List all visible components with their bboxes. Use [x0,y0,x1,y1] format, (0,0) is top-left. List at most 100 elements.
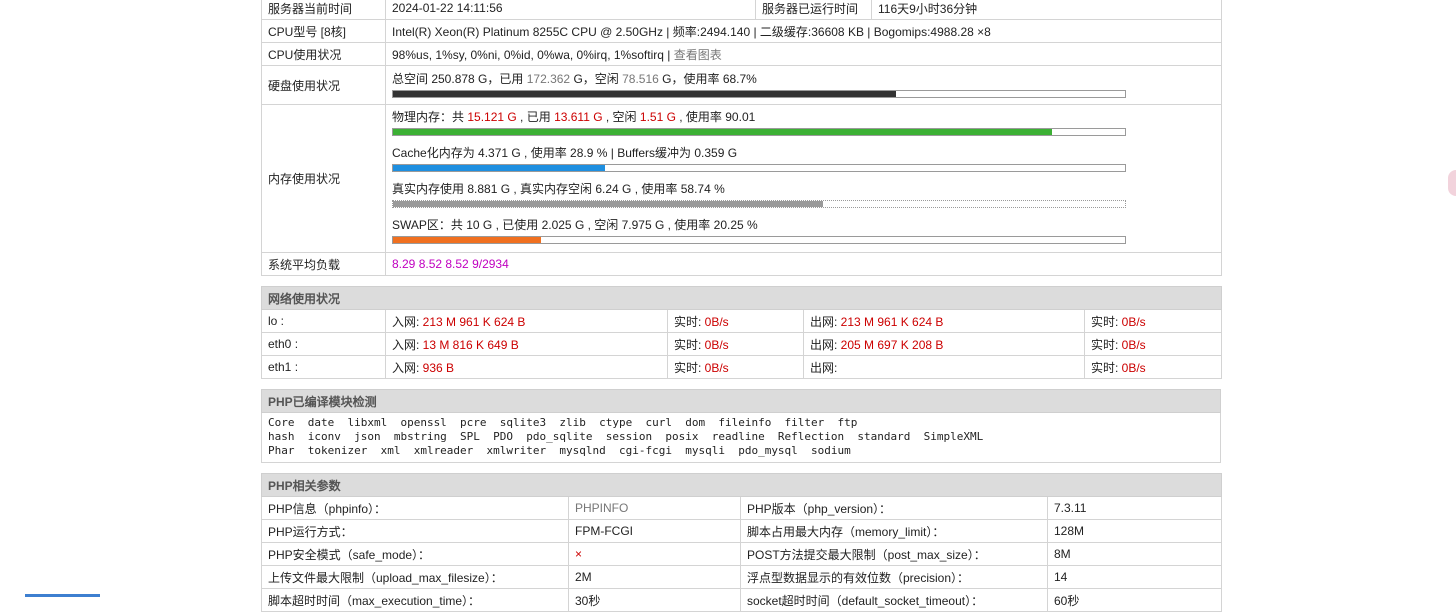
network-title: 网络使用状况 [260,286,1223,310]
iface-out: 出网: [803,355,1085,379]
param-label: PHP信息（phpinfo）： [261,496,569,520]
memory-label: 内存使用状况 [261,104,386,253]
load-label: 系统平均负载 [261,252,386,276]
param-value: 2M [568,565,741,589]
mem-physical-bar-fill [393,129,1052,135]
iface-out: 出网: 213 M 961 K 624 B [803,309,1085,333]
cpu-usage-label: CPU使用状况 [261,42,386,66]
param-label: socket超时时间（default_socket_timeout）： [740,588,1048,612]
php-modules-line: hash iconv json mbstring SPL PDO pdo_sql… [268,430,984,443]
memory-cell: 物理内存：共 15.121 G , 已用 13.611 G , 空闲 1.51 … [385,104,1222,253]
safe-mode-off-icon: × [568,542,741,566]
param-label: POST方法提交最大限制（post_max_size）： [740,542,1048,566]
param-label: PHP运行方式： [261,519,569,543]
cpu-model-value: Intel(R) Xeon(R) Platinum 8255C CPU @ 2.… [385,19,1222,43]
load-row: 系统平均负载 8.29 8.52 8.52 9/2934 [261,252,1222,276]
php-params-header: PHP相关参数 [261,473,1222,497]
network-header: 网络使用状况 [260,286,1223,310]
disk-usage-bar-fill [393,90,896,97]
cpu-usage-cell: 98%us, 1%sy, 0%ni, 0%id, 0%wa, 0%irq, 1%… [385,42,1222,66]
param-value: 60秒 [1047,588,1222,612]
network-row: eth1 : 入网: 936 B 实时: 0B/s 出网: 实时: 0B/s [261,355,1223,379]
param-value: FPM-FCGI [568,519,741,543]
mem-swap-text: SWAP区：共 10 G , 已使用 2.025 G , 空闲 7.975 G … [392,218,758,232]
param-value: 8M [1047,542,1222,566]
server-uptime-label: 服务器已运行时间 [755,0,872,20]
disk-used-value: 172.362 [526,71,571,86]
php-modules-line: Phar tokenizer xml xmlreader xmlwriter m… [268,444,851,457]
phpinfo-link[interactable]: PHPINFO [568,496,741,520]
param-label: PHP安全模式（safe_mode）： [261,542,569,566]
disk-cell: 总空间 250.878 G，已用 172.362 G，空闲 78.516 G，使… [385,65,1222,105]
mem-cache-text: Cache化内存为 4.371 G , 使用率 28.9 % | Buffers… [392,146,738,160]
iface-name: lo : [261,309,386,333]
cpu-usage-value: 98%us, 1%sy, 0%ni, 0%id, 0%wa, 0%irq, 1%… [392,47,664,62]
iface-in: 入网: 213 M 961 K 624 B [385,309,668,333]
iface-in-rt: 实时: 0B/s [667,355,804,379]
param-label: 上传文件最大限制（upload_max_filesize）： [261,565,569,589]
iface-out-rt: 实时: 0B/s [1083,309,1223,333]
server-time-value: 2024-01-22 14:11:56 [385,0,756,20]
mem-cache-bar [392,164,1126,172]
mem-used-value: 13.611 G [554,110,603,124]
disk-free-value: 78.516 [622,71,659,86]
server-time-row: 服务器当前时间 2024-01-22 14:11:56 服务器已运行时间 116… [261,0,1222,20]
network-table: 网络使用状况 lo : 入网: 213 M 961 K 624 B 实时: 0B… [260,286,1223,379]
server-uptime-value: 116天9小时36分钟 [871,0,1222,20]
server-info-table: 服务器当前时间 2024-01-22 14:11:56 服务器已运行时间 116… [261,0,1222,276]
mem-cache-bar-fill [393,165,605,171]
iface-out: 出网: 205 M 697 K 208 B [803,332,1085,356]
iface-in-rt: 实时: 0B/s [667,332,804,356]
network-row: lo : 入网: 213 M 961 K 624 B 实时: 0B/s 出网: … [261,309,1223,333]
php-params-title: PHP相关参数 [261,473,1222,497]
mem-physical-text: 物理内存：共 15.121 G , 已用 13.611 G , 空闲 1.51 … [392,110,756,124]
iface-in: 入网: 13 M 816 K 649 B [385,332,668,356]
param-label: 浮点型数据显示的有效位数（precision）： [740,565,1048,589]
param-label: 脚本占用最大内存（memory_limit）： [740,519,1048,543]
cpu-chart-link[interactable]: 查看图表 [674,48,722,62]
network-row: eth0 : 入网: 13 M 816 K 649 B 实时: 0B/s 出网:… [261,332,1223,356]
php-param-row: PHP信息（phpinfo）： PHPINFO PHP版本（php_versio… [261,496,1222,520]
mem-free-value: 1.51 G [639,110,676,124]
php-param-row: PHP运行方式： FPM-FCGI 脚本占用最大内存（memory_limit）… [261,519,1222,543]
mem-total-value: 15.121 G [467,110,517,124]
cpu-model-row: CPU型号 [8核] Intel(R) Xeon(R) Platinum 825… [261,19,1222,43]
disk-label: 硬盘使用状况 [261,65,386,105]
php-modules-table: PHP已编译模块检测 Core date libxml openssl pcre… [261,389,1221,463]
param-label: 脚本超时时间（max_execution_time）： [261,588,569,612]
php-modules-line: Core date libxml openssl pcre sqlite3 zl… [268,416,858,429]
mem-real-text: 真实内存使用 8.881 G , 真实内存空闲 6.24 G , 使用率 58.… [392,182,725,196]
cpu-usage-separator: | [663,47,674,62]
mem-swap-bar-fill [393,237,542,243]
cpu-model-label: CPU型号 [8核] [261,19,386,43]
php-modules-row: Core date libxml openssl pcre sqlite3 zl… [261,412,1221,463]
load-value: 8.29 8.52 8.52 9/2934 [385,252,1222,276]
disk-usage-bar [392,89,1126,98]
param-value: 30秒 [568,588,741,612]
disk-row: 硬盘使用状况 总空间 250.878 G，已用 172.362 G，空闲 78.… [261,65,1222,105]
disk-usage-text: 总空间 250.878 G，已用 172.362 G，空闲 78.516 G，使… [392,71,757,86]
param-value: 128M [1047,519,1222,543]
php-param-row: 脚本超时时间（max_execution_time）： 30秒 socket超时… [261,588,1222,612]
php-modules-title: PHP已编译模块检测 [261,389,1221,413]
param-value: 14 [1047,565,1222,589]
php-params-table: PHP相关参数 PHP信息（phpinfo）： PHPINFO PHP版本（ph… [261,473,1222,612]
iface-name: eth0 : [261,332,386,356]
mem-swap-bar [392,236,1126,244]
iface-in: 入网: 936 B [385,355,668,379]
php-modules-header: PHP已编译模块检测 [261,389,1221,413]
server-time-label: 服务器当前时间 [261,0,386,20]
iface-in-rt: 实时: 0B/s [667,309,804,333]
iface-name: eth1 : [261,355,386,379]
iface-out-rt: 实时: 0B/s [1083,355,1223,379]
php-param-row: 上传文件最大限制（upload_max_filesize）： 2M 浮点型数据显… [261,565,1222,589]
floating-side-button[interactable] [1448,170,1456,196]
param-value: 7.3.11 [1047,496,1222,520]
memory-row: 内存使用状况 物理内存：共 15.121 G , 已用 13.611 G , 空… [261,104,1222,253]
mem-physical-bar [392,128,1126,136]
cpu-usage-row: CPU使用状况 98%us, 1%sy, 0%ni, 0%id, 0%wa, 0… [261,42,1222,66]
mem-real-bar [392,200,1126,208]
